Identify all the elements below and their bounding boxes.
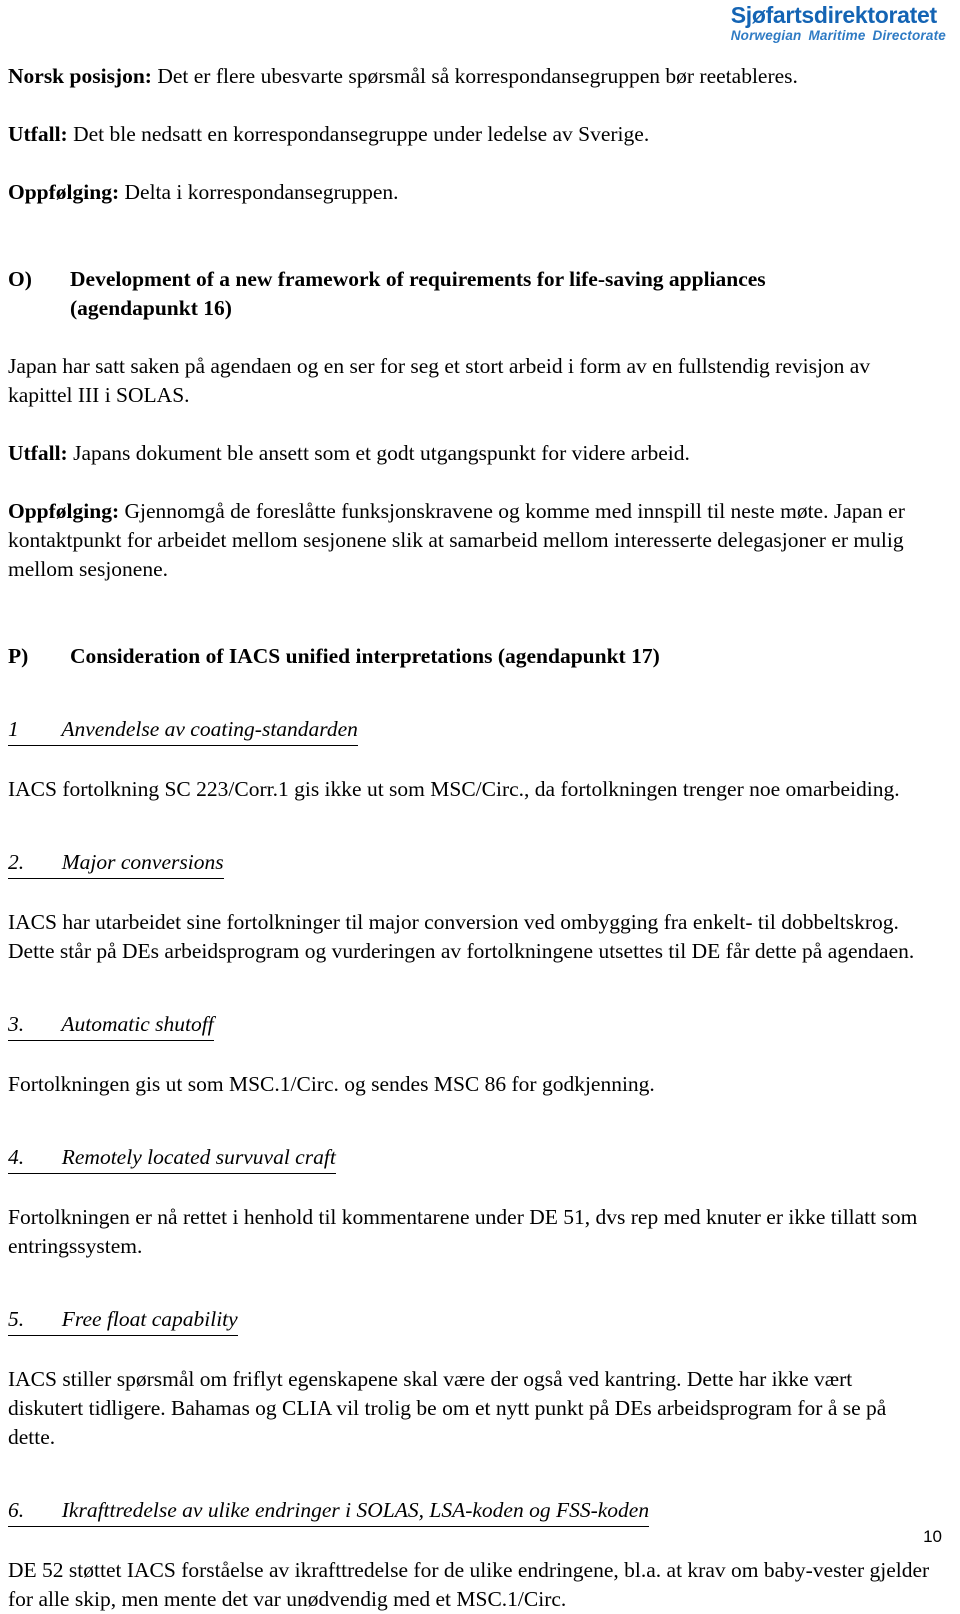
label-oppfolging-o: Oppfølging: (8, 499, 120, 523)
paragraph-section-o-oppfolging: Oppfølging: Gjennomgå de foreslåtte funk… (8, 497, 932, 584)
page-number: 10 (923, 1527, 942, 1546)
subsection-heading-6: 6. Ikrafttredelse av ulike endringer i S… (8, 1496, 650, 1527)
paragraph-subsection-6: DE 52 støttet IACS forståelse av ikraftt… (8, 1558, 930, 1611)
subsection-heading-5: 5. Free float capability (8, 1305, 238, 1336)
text-utfall: Det ble nedsatt en korrespondansegruppe … (67, 122, 650, 146)
text-utfall-o: Japans dokument ble ansett som et godt u… (67, 441, 690, 465)
subsection-1: 1 Anvendelse av coating-standarden (8, 715, 932, 746)
subsection-2: 2. Major conversions (8, 848, 932, 879)
subsection-heading-4: 4. Remotely located survuval craft (8, 1143, 336, 1174)
section-marker-p: P) (8, 644, 29, 668)
letterhead-logo: Sjøfartsdirektoratet Norwegian Maritime … (731, 4, 946, 43)
paragraph-subsection-3: Fortolkningen gis ut som MSC.1/Circ. og … (8, 1072, 655, 1096)
label-utfall: Utfall: (8, 122, 68, 146)
text-norsk-posisjon: Det er flere ubesvarte spørsmål så korre… (151, 64, 798, 88)
section-title-o-line1: Development of a new framework of requir… (70, 267, 766, 291)
text-oppfolging: Delta i korrespondansegruppen. (119, 180, 399, 204)
text-oppfolging-o: Gjennomgå de foreslåtte funksjonskravene… (8, 499, 905, 581)
subsection-6: 6. Ikrafttredelse av ulike endringer i S… (8, 1496, 932, 1527)
label-oppfolging: Oppfølging: (8, 180, 120, 204)
paragraph-subsection-1: IACS fortolkning SC 223/Corr.1 gis ikke … (8, 777, 900, 801)
paragraph-norsk-posisjon: Norsk posisjon: Det er flere ubesvarte s… (8, 62, 932, 91)
paragraph-section-o-body: Japan har satt saken på agendaen og en s… (8, 354, 871, 407)
subsection-4: 4. Remotely located survuval craft (8, 1143, 932, 1174)
subsection-heading-1: 1 Anvendelse av coating-standarden (8, 715, 358, 746)
section-marker-o: O) (8, 267, 32, 291)
subsection-heading-3: 3. Automatic shutoff (8, 1010, 214, 1041)
subsection-5: 5. Free float capability (8, 1305, 932, 1336)
subsection-heading-2: 2. Major conversions (8, 848, 224, 879)
paragraph-subsection-4: Fortolkningen er nå rettet i henhold til… (8, 1205, 918, 1258)
section-heading-o: O) Development of a new framework of req… (8, 265, 932, 323)
subsection-3: 3. Automatic shutoff (8, 1010, 932, 1041)
label-norsk-posisjon: Norsk posisjon: (8, 64, 152, 88)
section-title-o: Development of a new framework of requir… (70, 265, 932, 323)
paragraph-subsection-2: IACS har utarbeidet sine fortolkninger t… (8, 910, 915, 963)
organization-subtitle: Norwegian Maritime Directorate (730, 28, 946, 43)
section-title-o-line2: (agendapunkt 16) (70, 296, 232, 320)
document-page: Sjøfartsdirektoratet Norwegian Maritime … (0, 0, 960, 1611)
label-utfall-o: Utfall: (8, 441, 68, 465)
section-title-p: Consideration of IACS unified interpreta… (70, 644, 660, 668)
paragraph-oppfolging-intro: Oppfølging: Delta i korrespondansegruppe… (8, 178, 932, 207)
paragraph-section-o-utfall: Utfall: Japans dokument ble ansett som e… (8, 439, 932, 468)
organization-name: Sjøfartsdirektoratet (730, 2, 937, 28)
paragraph-utfall-intro: Utfall: Det ble nedsatt en korrespondans… (8, 120, 932, 149)
paragraph-subsection-5: IACS stiller spørsmål om friflyt egenska… (8, 1367, 887, 1449)
document-body: Norsk posisjon: Det er flere ubesvarte s… (8, 62, 932, 1614)
section-heading-p: P) Consideration of IACS unified interpr… (8, 642, 932, 671)
